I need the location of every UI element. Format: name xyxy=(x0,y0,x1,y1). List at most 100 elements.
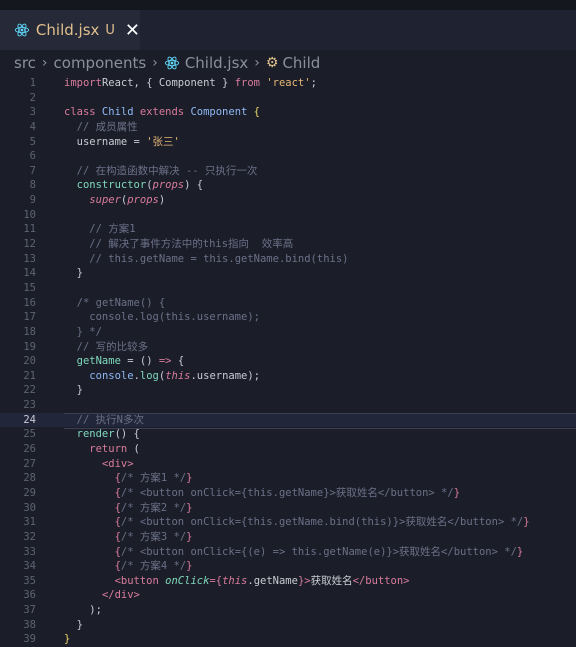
close-icon[interactable]: ✕ xyxy=(125,20,140,41)
code-token: /* 方案3 */ xyxy=(120,530,187,543)
code-line[interactable]: 34 {/* 方案4 */} xyxy=(0,559,576,574)
code-editor[interactable]: 1 importReact, { Component } from 'react'… xyxy=(0,76,576,647)
line-number: 10 xyxy=(23,208,36,221)
chevron-right-icon: › xyxy=(41,55,48,71)
code-text: /* getName() { xyxy=(64,296,166,311)
code-token: render xyxy=(64,428,115,441)
breadcrumb-file[interactable]: Child.jsx xyxy=(185,54,248,72)
code-token: () { xyxy=(114,428,140,441)
code-token: /* <button onClick={this.getName.bind(th… xyxy=(120,516,524,529)
breadcrumb-src[interactable]: src xyxy=(14,54,36,72)
code-line[interactable]: 35 <button onClick={this.getName}>获取姓名</… xyxy=(0,574,576,589)
code-line[interactable]: 31 {/* <button onClick={this.getName.bin… xyxy=(0,515,576,530)
code-text: // 成员属性 xyxy=(64,120,138,135)
code-line[interactable]: 9 super(props) xyxy=(0,193,576,208)
code-line[interactable]: 22 } xyxy=(0,383,576,398)
code-token: } xyxy=(186,472,193,485)
breadcrumb-symbol[interactable]: Child xyxy=(282,54,320,72)
code-line[interactable]: 36 </div> xyxy=(0,588,576,603)
code-line[interactable]: 2 xyxy=(0,91,576,106)
code-line[interactable]: 18 } */ xyxy=(0,325,576,340)
code-token: class xyxy=(64,106,96,119)
code-token: <div> xyxy=(101,457,134,470)
code-token: 'react' xyxy=(260,77,311,89)
breadcrumb-components[interactable]: components xyxy=(54,54,147,72)
code-line[interactable]: 1 importReact, { Component } from 'react'… xyxy=(0,76,576,91)
code-line[interactable]: 27 <div> xyxy=(0,457,576,472)
code-line[interactable]: 15 xyxy=(0,281,576,296)
code-text: <button onClick={this.getName}>获取姓名</but… xyxy=(64,574,410,589)
line-number: 29 xyxy=(23,486,36,499)
code-line[interactable]: 23 xyxy=(0,398,576,413)
code-line[interactable]: 10 xyxy=(0,208,576,223)
code-token: console xyxy=(89,369,134,382)
code-line[interactable]: 28 {/* 方案1 */} xyxy=(0,471,576,486)
code-line[interactable]: 11 // 方案1 xyxy=(0,222,576,237)
code-token: return xyxy=(64,443,128,456)
code-line[interactable]: 12 // 解决了事件方法中的this指向 效率高 xyxy=(0,237,576,252)
code-line[interactable]: 17 console.log(this.username); xyxy=(0,310,576,325)
code-line[interactable]: 6 xyxy=(0,149,576,164)
code-line[interactable]: 8 constructor(props) { xyxy=(0,178,576,193)
untracked-badge: U xyxy=(105,22,115,38)
chevron-right-icon: › xyxy=(254,55,260,71)
code-text: <div> xyxy=(64,457,134,472)
code-token: ) { xyxy=(184,179,204,192)
code-token: } xyxy=(516,545,524,558)
code-line[interactable]: 37 ); xyxy=(0,603,576,618)
code-token: /* 方案1 */ xyxy=(120,472,187,485)
code-line[interactable]: 20 getName = () => { xyxy=(0,354,576,369)
code-text: console.log(this.username); xyxy=(64,310,260,325)
code-line[interactable]: 25 render() { xyxy=(0,427,576,442)
code-line[interactable]: 19 // 写的比较多 xyxy=(0,340,576,355)
code-text: {/* 方案4 */} xyxy=(64,559,193,574)
line-number: 33 xyxy=(23,545,36,558)
line-number: 26 xyxy=(23,443,36,456)
code-line[interactable]: 5 username = '张三' xyxy=(0,135,576,150)
code-token: ) xyxy=(158,194,166,207)
line-number: 5 xyxy=(29,135,36,148)
code-token: // 写的比较多 xyxy=(76,340,149,353)
code-line[interactable]: 33 {/* <button onClick={(e) => this.getN… xyxy=(0,545,576,560)
line-number: 28 xyxy=(23,472,36,485)
code-line[interactable]: 29 {/* <button onClick={this.getName}>获取… xyxy=(0,486,576,501)
code-text: {/* <button onClick={this.getName}>获取姓名<… xyxy=(64,486,460,501)
tab-child-jsx[interactable]: Child.jsx U ✕ xyxy=(0,10,140,50)
code-token: username = xyxy=(64,135,147,148)
code-token: props xyxy=(152,179,185,192)
code-line[interactable]: 32 {/* 方案3 */} xyxy=(0,530,576,545)
line-number: 34 xyxy=(23,560,36,573)
line-number: 16 xyxy=(23,296,36,309)
code-line[interactable]: 26 return ( xyxy=(0,442,576,457)
code-line[interactable]: 30 {/* 方案2 */} xyxy=(0,501,576,516)
code-line[interactable]: 7 // 在构造函数中解决 -- 只执行一次 xyxy=(0,164,576,179)
code-line[interactable]: 4 // 成员属性 xyxy=(0,120,576,135)
code-token: </div> xyxy=(101,589,140,602)
line-number: 12 xyxy=(23,238,36,251)
code-line[interactable]: 14 } xyxy=(0,266,576,281)
code-token: /* <button onClick={(e) => this.getName(… xyxy=(120,545,517,558)
code-text: console.log(this.username); xyxy=(64,369,260,384)
line-number: 38 xyxy=(23,618,36,631)
code-line[interactable]: 3 class Child extends Component { xyxy=(0,105,576,120)
chevron-right-icon: › xyxy=(152,55,158,71)
code-text: getName = () => { xyxy=(64,354,185,369)
line-number: 23 xyxy=(23,399,36,412)
code-line[interactable]: 24 // 执行N多次 xyxy=(0,412,576,429)
code-line[interactable]: 21 console.log(this.username); xyxy=(0,369,576,384)
code-line[interactable]: 38 } xyxy=(0,618,576,633)
code-line[interactable]: 13 // this.getName = this.getName.bind(t… xyxy=(0,252,576,267)
line-number: 4 xyxy=(29,120,36,133)
line-number: 37 xyxy=(23,604,36,617)
code-line[interactable]: 16 /* getName() { xyxy=(0,296,576,311)
code-token: = () xyxy=(120,355,159,368)
